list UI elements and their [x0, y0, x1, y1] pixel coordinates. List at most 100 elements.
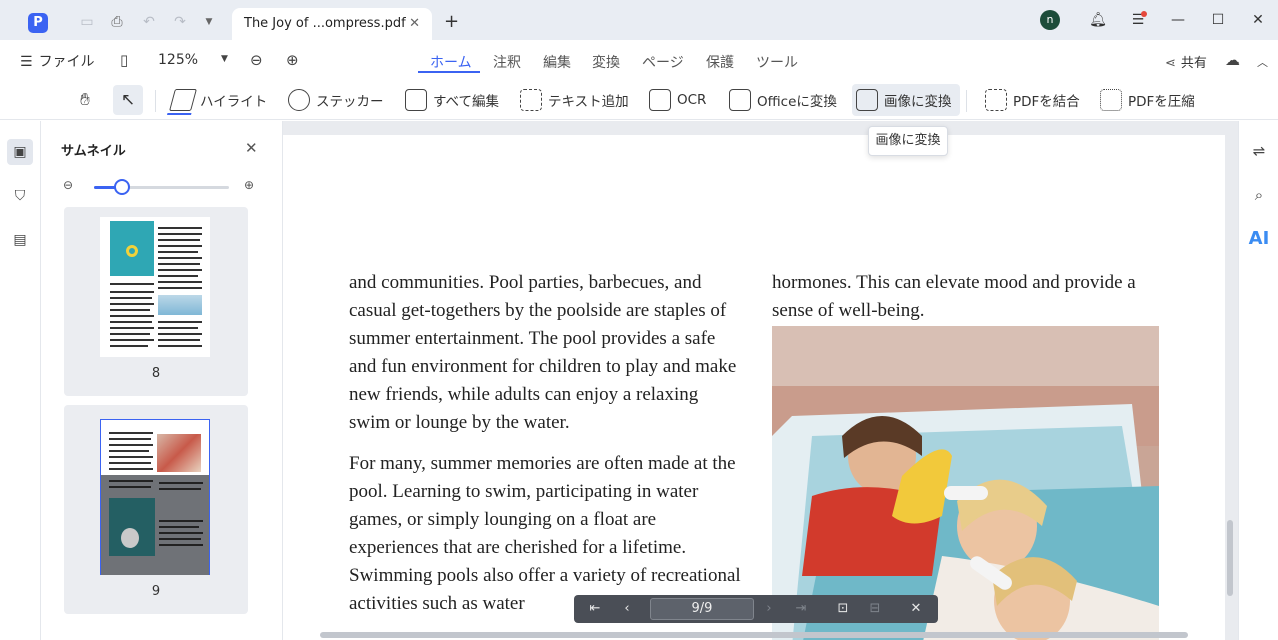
convert-to-image-label: 画像に変換: [884, 94, 952, 110]
text-line: [158, 257, 202, 259]
page-view-icon[interactable]: ▯: [120, 51, 128, 69]
new-tab-plus-icon[interactable]: +: [444, 12, 459, 32]
convert-to-office-button[interactable]: Officeに変換: [725, 84, 841, 116]
collapse-ribbon-icon[interactable]: ︿: [1257, 54, 1268, 70]
next-page-icon[interactable]: ›: [760, 600, 778, 618]
ocr-label: OCR: [677, 92, 707, 108]
properties-panel-icon[interactable]: ⇌: [1248, 140, 1270, 162]
cloud-upload-icon[interactable]: ☁: [1225, 51, 1240, 69]
minimize-icon[interactable]: —: [1168, 10, 1188, 30]
pdf-editor-window: P ▭ ⎙ ↶ ↷ ▼ The Joy of ...ompress.pdf ✕ …: [0, 0, 1278, 640]
edit-all-button[interactable]: すべて編集: [401, 84, 503, 116]
text-line: [158, 287, 202, 289]
close-nav-icon[interactable]: ✕: [907, 600, 925, 618]
tab-edit[interactable]: 編集: [543, 52, 571, 72]
right-sidebar-rail: ⇌ ⌕ AI: [1238, 121, 1278, 640]
horizontal-scrollbar[interactable]: [320, 632, 1188, 638]
tab-annotate[interactable]: 注釈: [493, 52, 521, 72]
save-icon[interactable]: ▭: [78, 13, 96, 31]
select-tool-icon[interactable]: ↖: [113, 85, 143, 115]
share-button[interactable]: ⋖ 共有: [1165, 52, 1207, 71]
pdf-page[interactable]: and communities. Pool parties, barbecues…: [283, 135, 1225, 640]
file-menu-button[interactable]: ☰ ファイル: [20, 51, 95, 71]
text-line: [109, 486, 151, 488]
redo-icon[interactable]: ↷: [171, 13, 189, 31]
share-icon: ⋖: [1165, 56, 1176, 71]
fit-width-icon[interactable]: ⊡: [834, 600, 852, 618]
merge-icon: [985, 89, 1007, 111]
text-line: [158, 275, 198, 277]
tab-page[interactable]: ページ: [642, 52, 684, 72]
sticker-button[interactable]: ステッカー: [284, 84, 388, 116]
tool-bar: ✋︎ ↖ ハイライト ステッカー すべて編集 テキスト追加 OCR Office…: [0, 80, 1278, 120]
last-page-icon[interactable]: ⇥: [792, 600, 810, 618]
search-icon[interactable]: ⌕: [1248, 184, 1270, 206]
previous-page-icon[interactable]: ‹: [618, 600, 636, 618]
edit-all-label: すべて編集: [433, 94, 500, 110]
text-line: [158, 321, 202, 323]
document-tab-title: The Joy of ...ompress.pdf: [244, 16, 406, 31]
user-avatar[interactable]: n: [1040, 10, 1060, 30]
tab-home[interactable]: ホーム: [430, 52, 472, 72]
comment-icon[interactable]: ▤: [7, 227, 33, 253]
page-navigation-bar: ⇤ ‹ 9/9 › ⇥ ⊡ ⊟ ✕: [574, 595, 938, 623]
thumbnail-page-8[interactable]: 8: [64, 207, 248, 396]
slider-handle[interactable]: [114, 179, 130, 195]
thumbnail-zoom-in-icon[interactable]: ⊕: [244, 178, 254, 192]
compress-pdf-button[interactable]: PDFを圧縮: [1096, 84, 1199, 116]
text-line: [158, 339, 200, 341]
document-tab[interactable]: The Joy of ...ompress.pdf ✕: [232, 8, 432, 40]
thumbnail-zoom-out-icon[interactable]: ⊖: [63, 178, 73, 192]
bell-icon[interactable]: 🔔︎: [1088, 10, 1108, 30]
zoom-out-icon[interactable]: ⊖: [250, 51, 263, 69]
thumbnail-panel: サムネイル ✕ ⊖ ⊕ 8 9: [41, 121, 283, 640]
text-line: [158, 227, 202, 229]
left-sidebar-rail: ▣ ⛉ ▤: [0, 121, 41, 640]
text-line: [158, 251, 198, 253]
hand-tool-icon[interactable]: ✋︎: [70, 85, 100, 115]
window-close-icon[interactable]: ✕: [1248, 10, 1268, 30]
undo-icon[interactable]: ↶: [140, 13, 158, 31]
zoom-dropdown-icon[interactable]: ▼: [221, 54, 228, 64]
text-box-icon: [520, 89, 542, 111]
app-logo-icon[interactable]: P: [28, 13, 48, 33]
text-line: [110, 283, 154, 285]
tab-tools[interactable]: ツール: [756, 52, 798, 72]
highlight-button[interactable]: ハイライト: [168, 84, 271, 116]
tab-convert[interactable]: 変換: [592, 52, 620, 72]
text-line: [158, 233, 202, 235]
image-icon: [856, 89, 878, 111]
text-line: [110, 315, 154, 317]
dropdown-icon[interactable]: ▼: [200, 13, 218, 31]
thumbnail-panel-icon[interactable]: ▣: [7, 139, 33, 165]
close-panel-icon[interactable]: ✕: [245, 139, 258, 157]
tab-protect[interactable]: 保護: [706, 52, 734, 72]
page-number-input[interactable]: 9/9: [650, 598, 754, 620]
merge-pdf-button[interactable]: PDFを結合: [981, 84, 1084, 116]
maximize-icon[interactable]: ☐: [1208, 10, 1228, 30]
ai-assistant-icon[interactable]: AI: [1248, 228, 1270, 250]
text-line: [159, 488, 201, 490]
file-menu-label: ファイル: [38, 54, 95, 70]
first-page-icon[interactable]: ⇤: [586, 600, 604, 618]
ocr-button[interactable]: OCR: [645, 84, 710, 116]
zoom-level[interactable]: 125%: [158, 52, 198, 68]
thumbnail-image: [100, 217, 210, 357]
paragraph: hormones. This can elevate mood and prov…: [772, 272, 1136, 321]
fit-page-icon[interactable]: ⊟: [866, 600, 884, 618]
print-icon[interactable]: ⎙: [108, 13, 126, 31]
zoom-in-icon[interactable]: ⊕: [286, 51, 299, 69]
add-text-button[interactable]: テキスト追加: [516, 84, 633, 116]
pool-friends-thumbnail-image: [157, 434, 201, 472]
text-line: [158, 269, 202, 271]
notification-dot: [1141, 11, 1147, 17]
bookmark-icon[interactable]: ⛉: [7, 183, 33, 209]
thumbnail-page-9[interactable]: 9: [64, 405, 248, 614]
menu-bar: ☰ ファイル ▯ 125% ▼ ⊖ ⊕ ホーム 注釈 編集 変換 ページ 保護 ツ…: [0, 40, 1278, 80]
text-line: [110, 291, 154, 293]
convert-to-image-button[interactable]: 画像に変換: [852, 84, 960, 116]
vertical-scrollbar[interactable]: [1227, 520, 1233, 596]
close-tab-icon[interactable]: ✕: [409, 16, 420, 31]
document-view[interactable]: and communities. Pool parties, barbecues…: [283, 121, 1238, 640]
text-line: [159, 482, 203, 484]
